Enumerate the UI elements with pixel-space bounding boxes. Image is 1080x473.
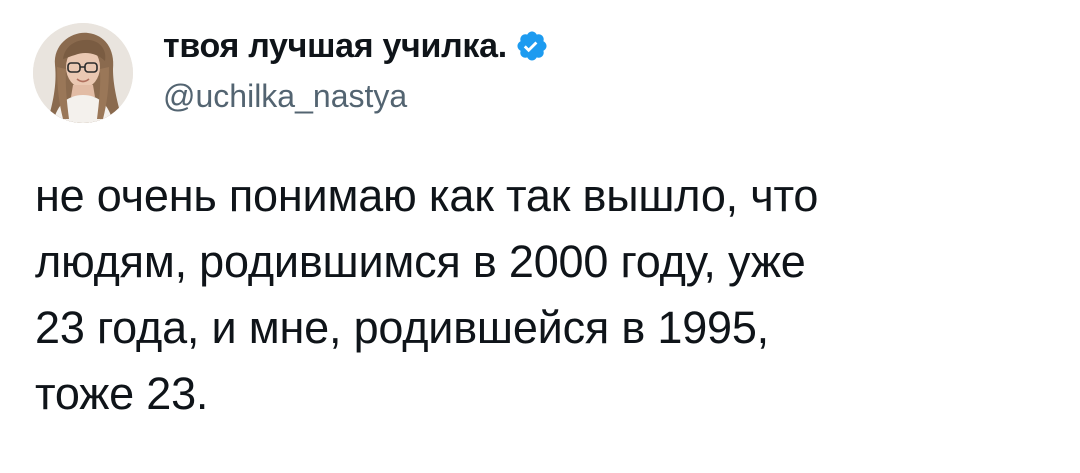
tweet-text: не очень понимаю как так вышло, что людя…: [35, 170, 819, 419]
author-handle[interactable]: @uchilka_nastya: [163, 78, 407, 115]
avatar-photo-icon: [33, 23, 133, 123]
verified-badge-icon: [515, 29, 549, 63]
avatar[interactable]: [33, 23, 133, 123]
author-display-name[interactable]: твоя лучшая училка.: [163, 27, 507, 66]
author-name-row[interactable]: твоя лучшая училка.: [163, 24, 549, 68]
tweet: твоя лучшая училка. @uchilka_nastya не о…: [0, 0, 1080, 473]
